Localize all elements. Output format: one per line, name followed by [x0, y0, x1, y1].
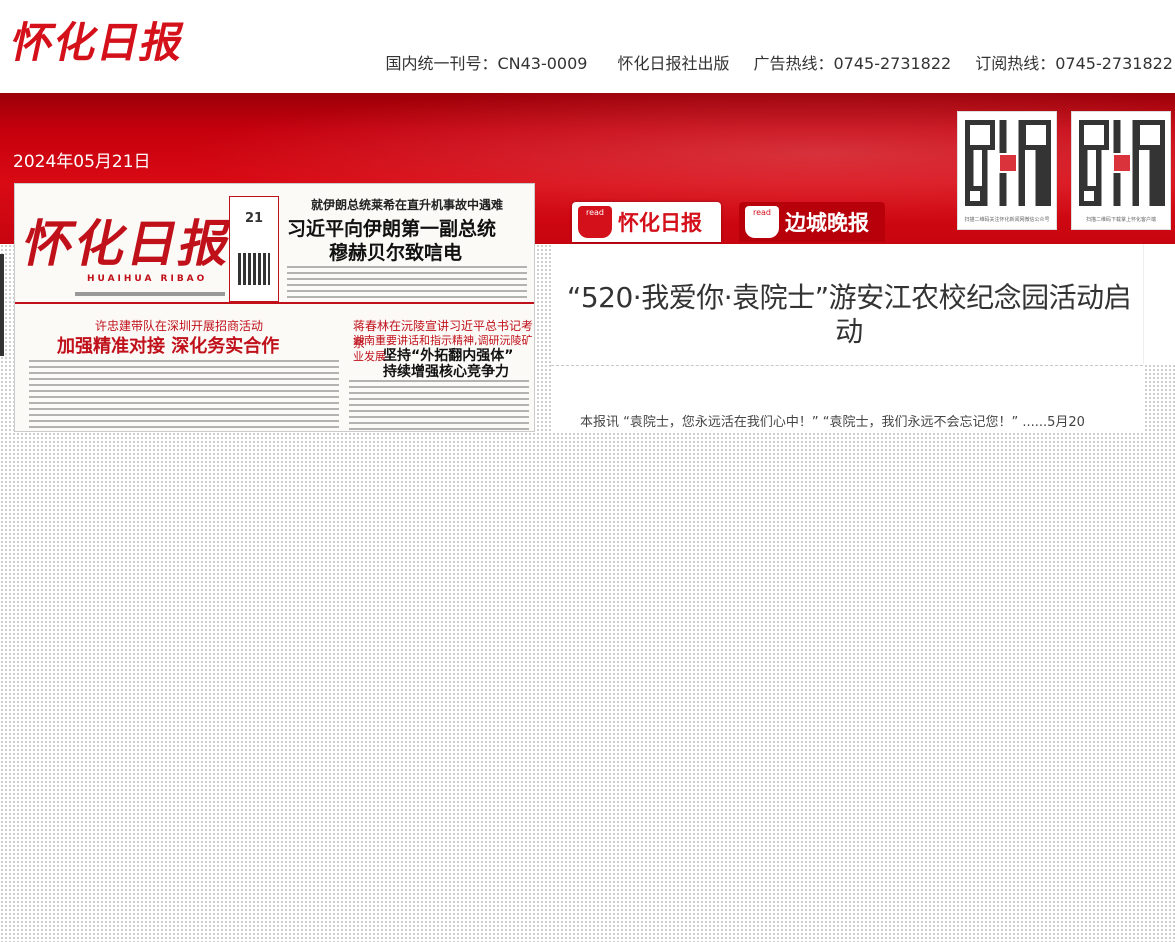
- tab-label: 怀化日报: [618, 210, 702, 235]
- article-divider: [551, 365, 1143, 366]
- tab-biancheng-evening[interactable]: read 边城晚报: [739, 202, 885, 242]
- issn-text: 国内统一刊号：CN43-0009: [385, 54, 588, 73]
- date-box-day: 21: [244, 211, 264, 226]
- front-page-pinyin: HUAIHUA RIBAO: [87, 274, 208, 284]
- article-title[interactable]: “520·我爱你·袁院士”游安江农校纪念园活动启动: [561, 281, 1137, 349]
- headline-left: 加强精准对接 深化务实合作: [57, 336, 280, 357]
- headline-top-line2: 穆赫贝尔致唁电: [329, 242, 463, 264]
- panel-edge: [1143, 244, 1175, 364]
- publisher-text: 怀化日报社出版: [617, 54, 730, 73]
- tab-label: 边城晚报: [785, 210, 869, 235]
- article-panel: “520·我爱你·袁院士”游安江农校纪念园活动启动 本报讯 “袁院士，您永远活在…: [551, 244, 1143, 432]
- mini-qr-icon: [238, 253, 270, 285]
- read-icon: read: [578, 206, 612, 238]
- subscribe-hotline-text: 订阅热线：0745-2731822: [975, 54, 1173, 73]
- article-summary[interactable]: 本报讯 “袁院士，您永远活在我们心中！” “袁院士，我们永远不会忘记您！” ..…: [580, 411, 1140, 430]
- masthead-rule: [15, 302, 534, 304]
- site-logo[interactable]: 怀化日报: [6, 16, 189, 70]
- edition-date: 2024年05月21日: [13, 152, 151, 172]
- qr-code-icon: [1079, 120, 1165, 206]
- front-page-masthead: 怀化日报: [17, 214, 239, 273]
- app-qr-code: 扫描二维码下载掌上怀化客户端: [1071, 111, 1171, 230]
- body-text-block: [287, 266, 527, 298]
- front-page-date-box: 21: [229, 196, 279, 302]
- front-page-thumbnail[interactable]: 怀化日报 HUAIHUA RIBAO 21 就伊朗总统莱希在直升机事故中遇难 习…: [14, 183, 535, 432]
- top-header: 怀化日报 国内统一刊号：CN43-0009 怀化日报社出版 广告热线：0745-…: [0, 0, 1175, 93]
- body-text-block: [29, 360, 339, 431]
- prev-page-handle[interactable]: [0, 254, 4, 356]
- qr-caption: 扫描二维码下载掌上怀化客户端: [1085, 217, 1156, 223]
- read-icon: read: [745, 206, 779, 238]
- headline-top-line1: 习近平向伊朗第一副总统: [287, 218, 497, 240]
- wechat-qr-code: 扫描二维码关注怀化新闻网微信公众号: [957, 111, 1057, 230]
- qr-code-icon: [965, 120, 1051, 206]
- body-text-block: [349, 380, 529, 431]
- qr-caption: 扫描二维码关注怀化新闻网微信公众号: [964, 217, 1050, 223]
- masthead-subline: [75, 292, 225, 296]
- tab-huaihua-daily[interactable]: read 怀化日报: [572, 202, 721, 242]
- ad-hotline-text: 广告热线：0745-2731822: [753, 54, 952, 73]
- header-info: 国内统一刊号：CN43-0009 怀化日报社出版 广告热线：0745-27318…: [385, 50, 1173, 74]
- kicker-top: 就伊朗总统莱希在直升机事故中遇难: [311, 198, 504, 212]
- headline-right-line2: 持续增强核心竞争力: [383, 364, 509, 380]
